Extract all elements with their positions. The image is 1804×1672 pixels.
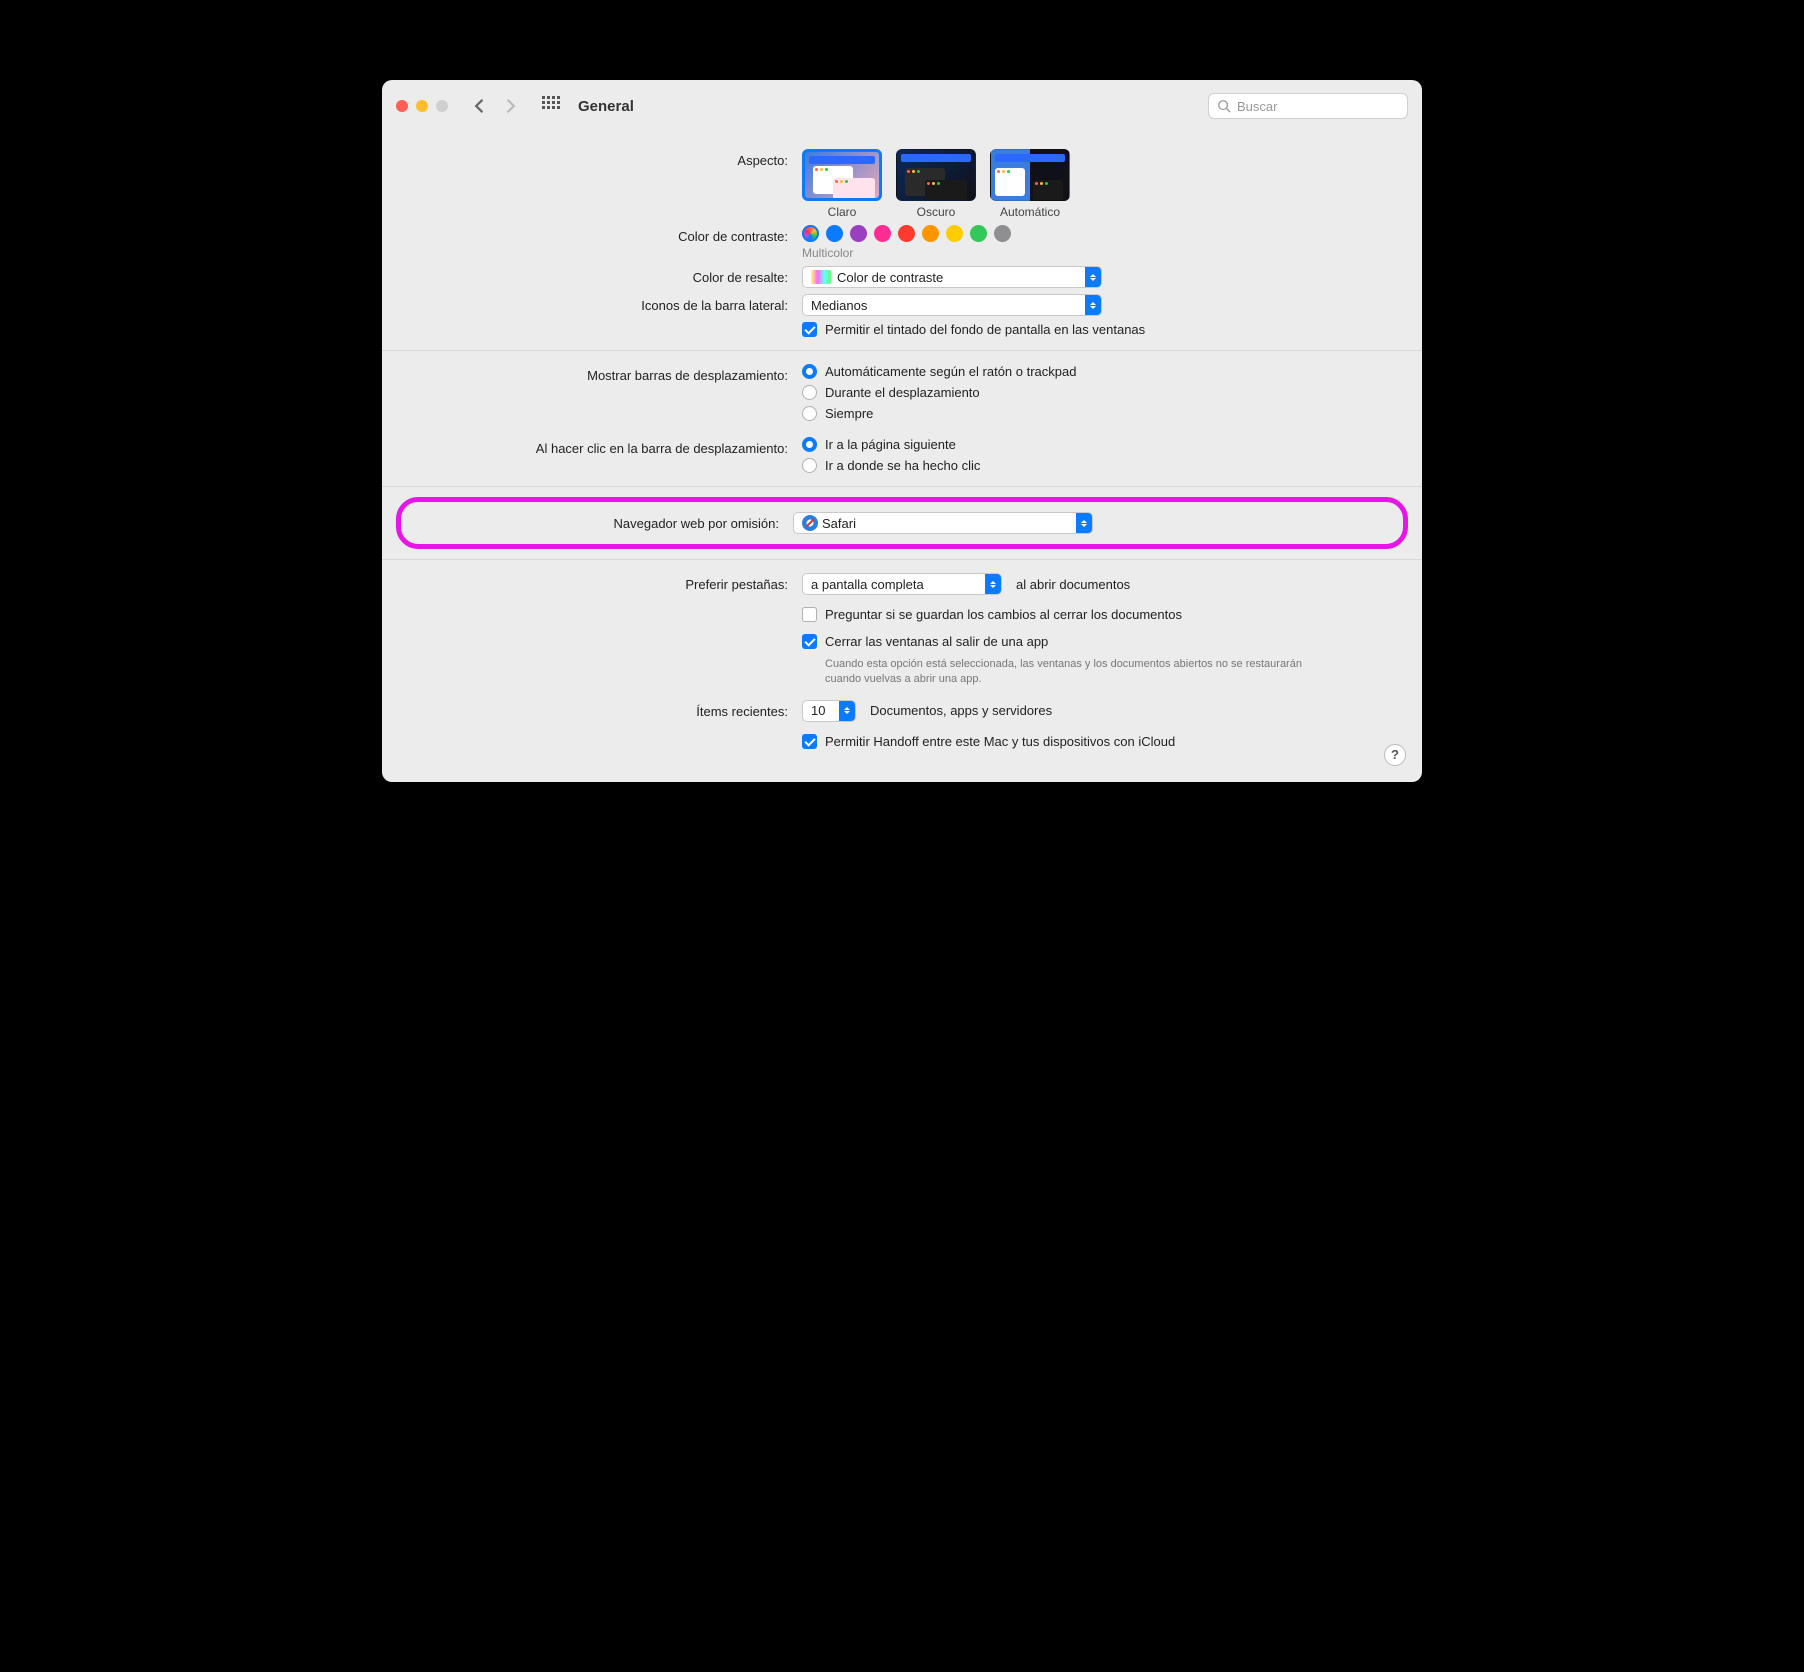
- checkbox-icon: [802, 734, 817, 749]
- divider: [382, 350, 1422, 351]
- show-all-icon[interactable]: [542, 96, 562, 116]
- sidebar-icon-size-select[interactable]: Medianos: [802, 294, 1102, 316]
- back-button[interactable]: [468, 95, 490, 117]
- scrollbars-auto-label: Automáticamente según el ratón o trackpa…: [825, 364, 1076, 379]
- appearance-light-caption: Claro: [802, 205, 882, 219]
- divider: [382, 486, 1422, 487]
- select-arrows-icon: [1085, 267, 1101, 287]
- default-browser-highlight: Navegador web por omisión: Safari: [396, 497, 1408, 549]
- checkbox-icon: [802, 607, 817, 622]
- accent-graphite[interactable]: [994, 225, 1011, 242]
- select-arrows-icon: [985, 574, 1001, 594]
- forward-button: [500, 95, 522, 117]
- highlight-value: Color de contraste: [837, 270, 943, 285]
- appearance-option-light[interactable]: Claro: [802, 149, 882, 219]
- wallpaper-tint-label: Permitir el tintado del fondo de pantall…: [825, 322, 1145, 337]
- handoff-checkbox[interactable]: Permitir Handoff entre este Mac y tus di…: [802, 734, 1175, 749]
- divider: [382, 559, 1422, 560]
- appearance-option-auto[interactable]: Automático: [990, 149, 1070, 219]
- search-field[interactable]: Buscar: [1208, 93, 1408, 119]
- select-arrows-icon: [1076, 513, 1092, 533]
- select-arrows-icon: [1085, 295, 1101, 315]
- scroll-click-jump-label: Ir a donde se ha hecho clic: [825, 458, 980, 473]
- accent-color-picker: [802, 225, 1011, 242]
- accent-yellow[interactable]: [946, 225, 963, 242]
- accent-pink[interactable]: [874, 225, 891, 242]
- help-button[interactable]: ?: [1384, 744, 1406, 766]
- radio-icon: [802, 458, 817, 473]
- recent-items-select[interactable]: 10: [802, 700, 856, 722]
- radio-icon: [802, 364, 817, 379]
- zoom-window-button: [436, 100, 448, 112]
- accent-selected-label: Multicolor: [802, 246, 853, 260]
- radio-icon: [802, 406, 817, 421]
- wallpaper-tint-checkbox[interactable]: Permitir el tintado del fondo de pantall…: [802, 322, 1145, 337]
- titlebar: General Buscar: [382, 80, 1422, 132]
- help-icon: ?: [1391, 747, 1399, 762]
- prefer-tabs-label: Preferir pestañas:: [402, 573, 802, 592]
- accent-purple[interactable]: [850, 225, 867, 242]
- scrollbars-auto-radio[interactable]: Automáticamente según el ratón o trackpa…: [802, 364, 1076, 379]
- minimize-window-button[interactable]: [416, 100, 428, 112]
- preferences-window: General Buscar Aspecto: Claro: [382, 80, 1422, 782]
- recent-items-label: Ítems recientes:: [402, 700, 802, 719]
- appearance-option-dark[interactable]: Oscuro: [896, 149, 976, 219]
- prefer-tabs-value: a pantalla completa: [811, 577, 924, 592]
- sidebar-icon-value: Medianos: [811, 298, 867, 313]
- scrollbars-always-label: Siempre: [825, 406, 873, 421]
- scroll-click-next-page-label: Ir a la página siguiente: [825, 437, 956, 452]
- appearance-dark-caption: Oscuro: [896, 205, 976, 219]
- content-area: Aspecto: Claro: [382, 132, 1422, 782]
- sidebar-icons-label: Iconos de la barra lateral:: [402, 294, 802, 313]
- ask-save-checkbox[interactable]: Preguntar si se guardan los cambios al c…: [802, 607, 1182, 622]
- prefer-tabs-select[interactable]: a pantalla completa: [802, 573, 1002, 595]
- scroll-click-next-page-radio[interactable]: Ir a la página siguiente: [802, 437, 980, 452]
- scroll-click-label: Al hacer clic en la barra de desplazamie…: [402, 437, 802, 456]
- close-windows-hint: Cuando esta opción está seleccionada, la…: [825, 657, 1305, 688]
- close-windows-checkbox[interactable]: Cerrar las ventanas al salir de una app: [802, 634, 1048, 649]
- scrollbars-always-radio[interactable]: Siempre: [802, 406, 1076, 421]
- accent-green[interactable]: [970, 225, 987, 242]
- default-browser-label: Navegador web por omisión:: [413, 512, 793, 531]
- select-arrows-icon: [839, 701, 855, 721]
- accent-multicolor[interactable]: [802, 225, 819, 242]
- scrollbars-label: Mostrar barras de desplazamiento:: [402, 364, 802, 383]
- highlight-label: Color de resalte:: [402, 266, 802, 285]
- radio-icon: [802, 437, 817, 452]
- search-icon: [1217, 99, 1231, 113]
- checkbox-icon: [802, 634, 817, 649]
- close-window-button[interactable]: [396, 100, 408, 112]
- handoff-label: Permitir Handoff entre este Mac y tus di…: [825, 734, 1175, 749]
- close-windows-label: Cerrar las ventanas al salir de una app: [825, 634, 1048, 649]
- accent-orange[interactable]: [922, 225, 939, 242]
- window-controls: [396, 100, 448, 112]
- safari-icon: [802, 515, 818, 531]
- search-placeholder: Buscar: [1237, 99, 1277, 114]
- window-title: General: [578, 98, 634, 115]
- radio-icon: [802, 385, 817, 400]
- appearance-auto-caption: Automático: [990, 205, 1070, 219]
- checkbox-icon: [802, 322, 817, 337]
- recent-items-value: 10: [811, 703, 825, 718]
- ask-save-label: Preguntar si se guardan los cambios al c…: [825, 607, 1182, 622]
- default-browser-value: Safari: [822, 516, 856, 531]
- scrollbars-scrolling-radio[interactable]: Durante el desplazamiento: [802, 385, 1076, 400]
- default-browser-select[interactable]: Safari: [793, 512, 1093, 534]
- highlight-swatch-icon: [811, 270, 831, 284]
- scrollbars-scrolling-label: Durante el desplazamiento: [825, 385, 980, 400]
- accent-label: Color de contraste:: [402, 225, 802, 244]
- scroll-click-jump-radio[interactable]: Ir a donde se ha hecho clic: [802, 458, 980, 473]
- highlight-color-select[interactable]: Color de contraste: [802, 266, 1102, 288]
- recent-items-suffix: Documentos, apps y servidores: [870, 703, 1052, 718]
- prefer-tabs-suffix: al abrir documentos: [1016, 577, 1130, 592]
- accent-red[interactable]: [898, 225, 915, 242]
- appearance-label: Aspecto:: [402, 149, 802, 168]
- accent-blue[interactable]: [826, 225, 843, 242]
